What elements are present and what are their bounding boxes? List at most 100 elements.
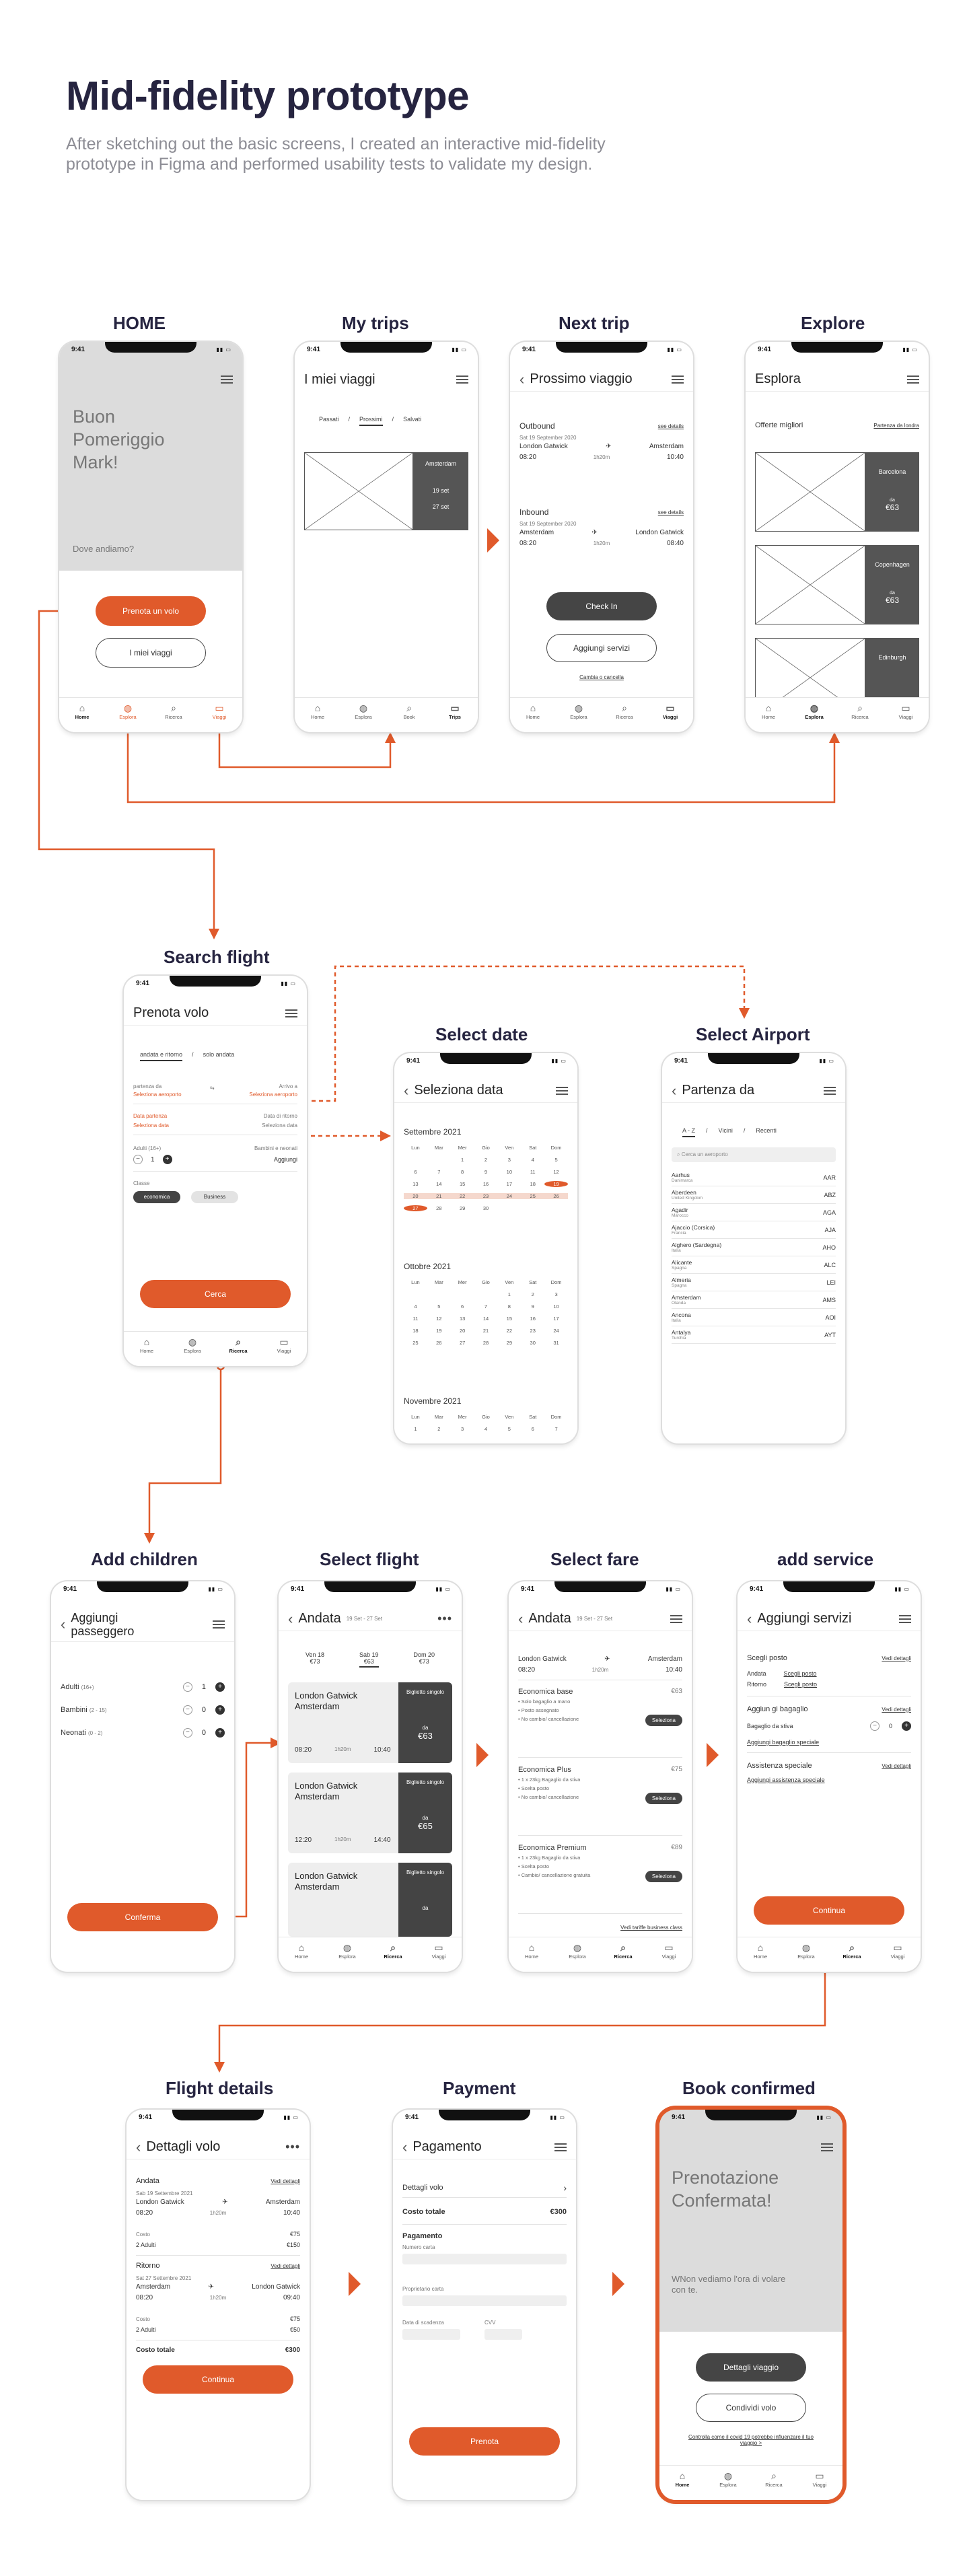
menu-icon[interactable] [556, 1086, 568, 1095]
class-economy-chip[interactable]: economica [133, 1191, 180, 1203]
menu-icon[interactable] [285, 1009, 297, 1017]
calendar-day[interactable]: 12 [544, 1169, 568, 1175]
continue-button[interactable]: Continua [143, 2365, 293, 2394]
airport-item[interactable]: Agadir Marocco AGA [672, 1204, 836, 1221]
back-icon[interactable]: ‹ [402, 2139, 407, 2156]
calendar-day[interactable]: 23 [474, 1193, 498, 1199]
calendar-day[interactable]: 5 [427, 1303, 451, 1310]
nav-explore[interactable]: ◍ Esplora [789, 1943, 823, 1960]
date-field[interactable]: Seleziona data [133, 1122, 169, 1129]
calendar-day[interactable]: 26 [427, 1340, 451, 1346]
menu-icon[interactable] [821, 2143, 833, 2151]
calendar-day[interactable]: 4 [404, 1303, 427, 1310]
bag-stepper[interactable]: −0 + [869, 1721, 911, 1731]
nav-trips[interactable]: ▭ Viaggi [881, 1943, 914, 1960]
flight-card[interactable]: London Gatwick Amsterdam Biglietto singolo… [288, 1863, 452, 1937]
offer-info-barcelona[interactable]: Barcelona da €63 [865, 452, 919, 532]
tab-upcoming[interactable]: Prossimi [359, 416, 383, 426]
calendar-day[interactable]: 5 [497, 1426, 521, 1432]
back-icon[interactable]: ‹ [518, 1610, 523, 1628]
menu-icon[interactable] [824, 1086, 836, 1095]
more-icon[interactable]: ••• [437, 1612, 452, 1626]
nav-trips[interactable]: ▭ Viaggi [653, 703, 687, 720]
back-icon[interactable]: ‹ [519, 371, 524, 388]
select-fare-button[interactable]: Seleziona [645, 1793, 682, 1804]
calendar-day[interactable]: 3 [497, 1157, 521, 1163]
airport-item[interactable]: Amsterdam Olanda AMS [672, 1291, 836, 1309]
calendar-day[interactable]: 9 [474, 1169, 498, 1175]
calendar-day[interactable]: 30 [474, 1205, 498, 1211]
trip-card-info[interactable]: Amsterdam 19 set 27 set [413, 452, 468, 530]
calendar-day[interactable]: 6 [404, 1169, 427, 1175]
calendar-day[interactable]: 10 [544, 1303, 568, 1310]
nav-home[interactable]: ⌂ Home [516, 703, 550, 720]
nav-search[interactable]: ⌕ Ricerca [835, 1943, 869, 1960]
return-field[interactable]: Seleziona data [262, 1122, 297, 1129]
menu-icon[interactable] [672, 375, 684, 384]
calendar-day[interactable]: 26 [544, 1193, 568, 1199]
nav-trips[interactable]: ▭ Viaggi [203, 703, 236, 720]
nav-explore[interactable]: ◍ Esplora [561, 1943, 594, 1960]
my-trips-button[interactable]: I miei viaggi [96, 638, 206, 668]
airport-item[interactable]: Antalya Turchia AYT [672, 1326, 836, 1344]
menu-icon[interactable] [554, 2143, 567, 2151]
calendar-day[interactable]: 7 [544, 1426, 568, 1432]
calendar-day[interactable]: 1 [451, 1157, 474, 1163]
nav-explore[interactable]: ◍ Esplora [330, 1943, 364, 1960]
calendar-day[interactable]: 21 [474, 1328, 498, 1334]
tab-saved[interactable]: Salvati [403, 416, 421, 426]
nav-search[interactable]: ⌕ Ricerca [608, 703, 641, 720]
nav-home[interactable]: ⌂ Home [752, 703, 785, 720]
calendar-nov[interactable]: Lun Mar Mer Gio Ven Sat Dom 1 2 3 4 5 6 7 [404, 1414, 568, 1432]
airport-search-input[interactable]: ⌕ Cerca un aeroporto [672, 1147, 836, 1162]
adults-stepper[interactable]: −1 + [133, 1155, 172, 1164]
nav-search[interactable]: ⌕ Ricerca [843, 703, 877, 720]
trip-details-button[interactable]: Dettagli viaggio [696, 2353, 806, 2382]
nav-trips[interactable]: ▭ Viaggi [803, 2471, 836, 2488]
fare-card[interactable]: Economica base €63 • Solo bagaglio a mano •… [518, 1688, 682, 1758]
calendar-day[interactable]: 18 [404, 1328, 427, 1334]
assist-link[interactable]: Aggiungi assistenza speciale [747, 1777, 825, 1783]
menu-icon[interactable] [907, 375, 919, 384]
calendar-day[interactable]: 11 [404, 1316, 427, 1322]
calendar-day[interactable]: 7 [474, 1303, 498, 1310]
nav-home[interactable]: ⌂ Home [65, 703, 99, 720]
calendar-day[interactable]: 28 [474, 1340, 498, 1346]
card-number-input[interactable] [402, 2254, 567, 2264]
details-link[interactable]: Vedi dettagli [882, 1763, 911, 1769]
airport-item[interactable]: Ajaccio (Corsica) Francia AJA [672, 1221, 836, 1239]
tab-past[interactable]: Passati [319, 416, 339, 426]
round-trip-option[interactable]: andata e ritorno [140, 1051, 183, 1061]
calendar-day[interactable]: 18 [521, 1181, 544, 1187]
nav-trips[interactable]: ▭ Viaggi [652, 1943, 686, 1960]
calendar-day[interactable]: 15 [497, 1316, 521, 1322]
calendar-day[interactable]: 29 [497, 1340, 521, 1346]
see-details-link[interactable]: see details [658, 423, 684, 429]
nav-home[interactable]: ⌂ Home [744, 1943, 777, 1960]
back-icon[interactable]: ‹ [61, 1616, 65, 1631]
select-fare-button[interactable]: Seleziona [645, 1871, 682, 1882]
tab-recent[interactable]: Recenti [756, 1127, 777, 1137]
nav-search[interactable]: ⌕ Ricerca [376, 1943, 410, 1960]
choose-seat-link[interactable]: Scegli posto [784, 1681, 817, 1688]
nav-home[interactable]: ⌂ Home [130, 1337, 164, 1354]
airport-item[interactable]: Ancona Italia AOI [672, 1309, 836, 1326]
nav-home[interactable]: ⌂ Home [301, 703, 334, 720]
calendar-day[interactable]: 16 [521, 1316, 544, 1322]
calendar-day[interactable]: 14 [474, 1316, 498, 1322]
calendar-oct[interactable]: Lun Mar Mer Gio Ven Sat Dom 1 2 3 4 5 6 7 8 9 10 11 12 13 14… [404, 1279, 568, 1346]
calendar-day[interactable]: 17 [544, 1316, 568, 1322]
class-business-chip[interactable]: Business [191, 1191, 238, 1203]
calendar-day[interactable]: 4 [521, 1157, 544, 1163]
nav-home[interactable]: ⌂ Home [515, 1943, 548, 1960]
back-icon[interactable]: ‹ [288, 1610, 293, 1628]
calendar-day[interactable]: 24 [497, 1193, 522, 1199]
nav-trips[interactable]: ▭ Viaggi [422, 1943, 456, 1960]
select-fare-button[interactable]: Seleziona [645, 1715, 682, 1726]
calendar-day[interactable]: 4 [474, 1426, 498, 1432]
search-button[interactable]: Cerca [140, 1280, 291, 1308]
calendar-day[interactable]: 19 [427, 1328, 451, 1334]
calendar-day[interactable]: 8 [497, 1303, 521, 1310]
one-way-option[interactable]: solo andata [203, 1051, 235, 1061]
calendar-day[interactable]: 25 [404, 1340, 427, 1346]
